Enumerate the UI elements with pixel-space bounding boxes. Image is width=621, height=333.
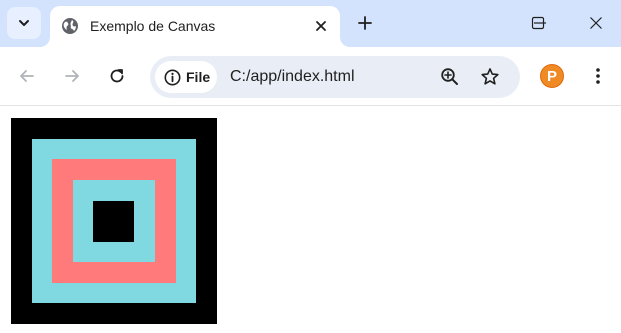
star-icon [481, 68, 499, 85]
bookmark-button[interactable] [478, 65, 502, 89]
chevron-down-icon [19, 20, 29, 26]
kebab-menu-icon [596, 68, 600, 84]
forward-button[interactable] [59, 63, 85, 89]
maximize-button[interactable] [518, 8, 558, 38]
site-info-chip[interactable]: File [155, 61, 217, 93]
zoom-button[interactable] [438, 65, 462, 89]
profile-avatar[interactable]: P [540, 64, 564, 88]
tab-active[interactable]: Exemplo de Canvas [50, 6, 340, 47]
back-button[interactable] [14, 63, 40, 89]
center-square [93, 201, 134, 242]
new-tab-button[interactable] [353, 11, 377, 35]
tab-close-button[interactable] [311, 16, 331, 36]
canvas [11, 118, 217, 324]
site-info-label: File [186, 69, 211, 85]
maximize-icon [531, 16, 545, 30]
close-icon [590, 17, 602, 29]
url-text[interactable]: C:/app/index.html [230, 68, 355, 86]
reload-button[interactable] [104, 63, 130, 89]
window-close-button[interactable] [576, 8, 616, 38]
arrow-right-icon [65, 70, 79, 82]
globe-icon [62, 18, 78, 34]
address-bar[interactable]: File C:/app/index.html [150, 56, 520, 98]
plus-icon [358, 16, 372, 30]
browser-menu-button[interactable] [586, 64, 610, 88]
tab-title: Exemplo de Canvas [90, 18, 216, 34]
tab-search-button[interactable] [7, 7, 41, 39]
info-icon [164, 69, 181, 85]
reload-icon [110, 69, 124, 83]
close-icon [316, 21, 326, 31]
page-content [0, 107, 621, 333]
browser-toolbar: File C:/app/index.html P [0, 47, 621, 106]
profile-initial: P [546, 67, 557, 85]
zoom-in-icon [441, 68, 458, 85]
arrow-left-icon [20, 70, 34, 82]
browser-titlebar: Exemplo de Canvas [0, 0, 621, 47]
